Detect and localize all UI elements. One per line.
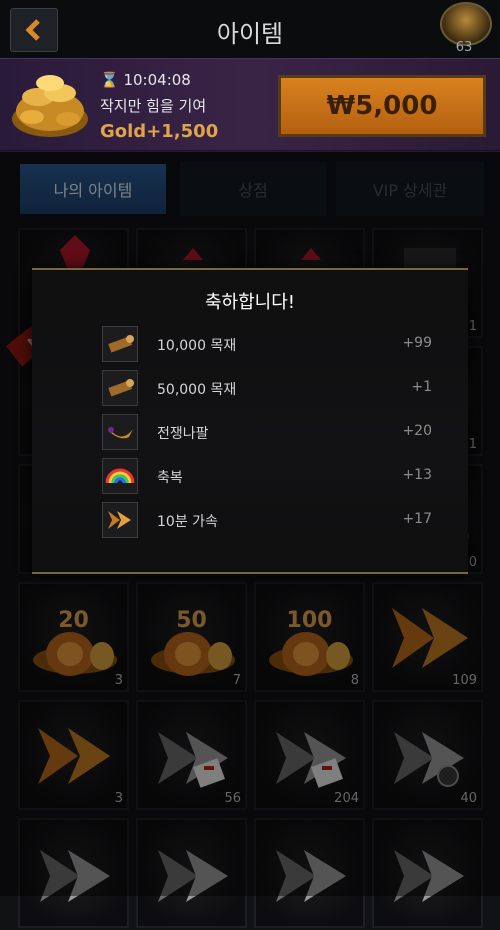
item-slot[interactable]: 3 bbox=[18, 700, 129, 810]
reward-quantity: +20 bbox=[402, 423, 432, 439]
tab-my-items[interactable]: 나의 아이템 bbox=[18, 162, 168, 216]
speedup-arrow-icon bbox=[102, 502, 138, 538]
popup-title: 축하합니다! bbox=[204, 292, 295, 313]
reward-popup: 축하합니다! 10,000 목재 +99 50,000 목재 +1 전쟁나팔 +… bbox=[32, 268, 468, 574]
gold-coins-icon bbox=[12, 75, 88, 137]
reward-name: 축복 bbox=[157, 470, 183, 486]
item-count: 40 bbox=[460, 791, 477, 806]
item-count: 1 bbox=[468, 319, 477, 334]
reward-name: 10,000 목재 bbox=[157, 338, 237, 354]
item-slot[interactable]: 100 8 bbox=[254, 582, 365, 692]
reward-row: 10,000 목재 +99 bbox=[102, 326, 432, 364]
item-slot[interactable] bbox=[18, 818, 129, 928]
speedup-icon bbox=[40, 850, 110, 902]
wood-log-icon bbox=[102, 326, 138, 362]
item-amount: 20 bbox=[58, 608, 89, 633]
item-slot[interactable] bbox=[254, 818, 365, 928]
offer-timer: ⌛ 10:04:08 bbox=[100, 71, 191, 89]
item-slot[interactable]: 20 3 bbox=[18, 582, 129, 692]
item-slot[interactable] bbox=[136, 818, 247, 928]
item-count: 8 bbox=[350, 673, 359, 688]
reward-row: 50,000 목재 +1 bbox=[102, 370, 432, 408]
tab-vip[interactable]: VIP 상세관 bbox=[336, 162, 484, 216]
timer-text: 10:04:08 bbox=[123, 71, 191, 89]
reward-quantity: +13 bbox=[402, 467, 432, 483]
reward-row: 전쟁나팔 +20 bbox=[102, 414, 432, 452]
item-count: 56 bbox=[224, 791, 241, 806]
wood-log-icon bbox=[102, 370, 138, 406]
speedup-icon bbox=[394, 850, 464, 902]
offer-bonus: Gold+1,500 bbox=[100, 121, 219, 142]
item-slot[interactable]: 40 bbox=[372, 700, 483, 810]
item-slot[interactable]: 109 bbox=[372, 582, 483, 692]
item-count: 1 bbox=[468, 437, 477, 452]
offer-name: 작지만 힘을 기여 bbox=[100, 97, 207, 115]
gold-offer-banner: ⌛ 10:04:08 작지만 힘을 기여 Gold+1,500 ₩5,000 bbox=[0, 58, 500, 152]
speedup-icon bbox=[158, 850, 228, 902]
item-count: 7 bbox=[232, 673, 241, 688]
reward-name: 전쟁나팔 bbox=[157, 426, 209, 442]
item-amount: 100 bbox=[286, 608, 333, 633]
reward-row: 10분 가속 +17 bbox=[102, 502, 432, 540]
reward-quantity: +17 bbox=[402, 511, 432, 527]
speedup-icon bbox=[276, 850, 346, 902]
reward-quantity: +99 bbox=[402, 335, 432, 351]
reward-quantity: +1 bbox=[411, 379, 432, 395]
item-count: 3 bbox=[114, 673, 123, 688]
item-count: 3 bbox=[114, 791, 123, 806]
reward-name: 10분 가속 bbox=[157, 514, 218, 530]
item-slot[interactable] bbox=[372, 818, 483, 928]
buy-button[interactable]: ₩5,000 bbox=[278, 75, 486, 137]
item-count: 204 bbox=[334, 791, 359, 806]
item-amount: 50 bbox=[176, 608, 207, 633]
reward-row: 축복 +13 bbox=[102, 458, 432, 496]
page-title: 아이템 bbox=[216, 20, 284, 48]
player-level: 63 bbox=[455, 40, 473, 55]
item-slot[interactable]: 50 7 bbox=[136, 582, 247, 692]
item-slot[interactable]: 204 bbox=[254, 700, 365, 810]
hourglass-icon: ⌛ bbox=[100, 71, 119, 89]
top-bar: 아이템 63 bbox=[0, 0, 500, 71]
reward-name: 50,000 목재 bbox=[157, 382, 237, 398]
item-count: 109 bbox=[452, 673, 477, 688]
item-slot[interactable]: 56 bbox=[136, 700, 247, 810]
tab-shop[interactable]: 상점 bbox=[180, 162, 326, 216]
war-horn-icon bbox=[102, 414, 138, 450]
rainbow-blessing-icon bbox=[102, 458, 138, 494]
